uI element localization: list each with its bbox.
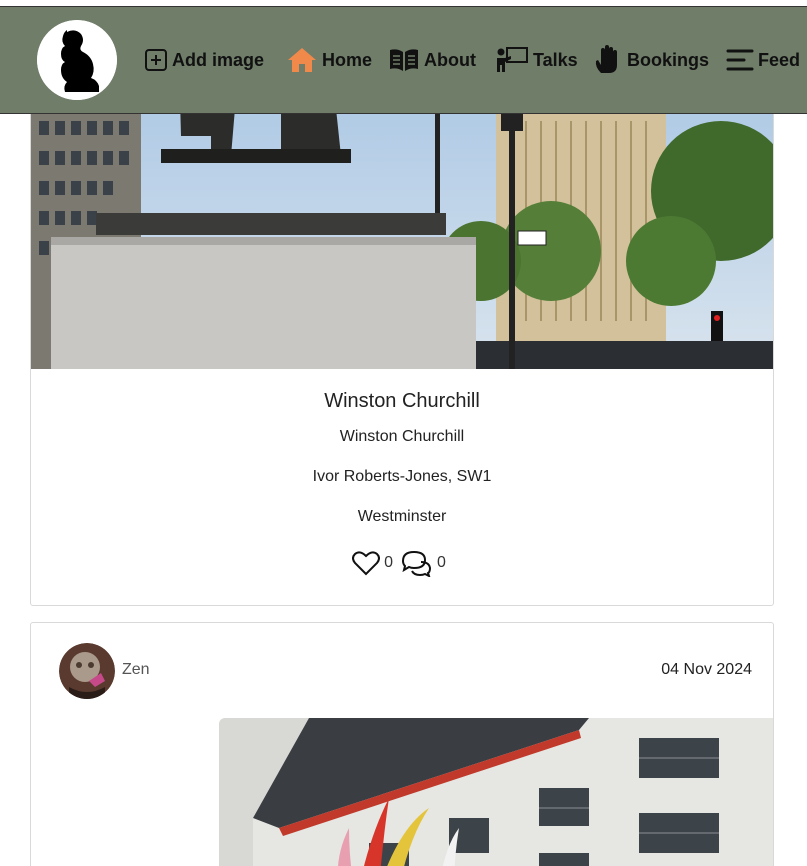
post-card: Winston Churchill Winston Churchill Ivor… [30, 60, 774, 606]
plus-square-icon [145, 49, 167, 71]
nav-add-image[interactable]: Add image [144, 45, 264, 75]
nav-bookings[interactable]: Bookings [593, 45, 709, 75]
nav-talks[interactable]: Talks [495, 45, 578, 75]
post-date: 04 Nov 2024 [661, 661, 752, 678]
nav-feed[interactable]: Feed [726, 45, 800, 75]
nav-about[interactable]: About [388, 45, 476, 75]
post-card: Zen 04 Nov 2024 [30, 622, 774, 866]
post-image[interactable] [219, 718, 773, 866]
hand-icon [595, 45, 617, 73]
comments-count: 0 [437, 554, 446, 571]
logo-thinker-icon[interactable] [37, 20, 117, 100]
navbar: Add image Home About Talks Bookings Feed [0, 6, 807, 114]
post-subtitle: Winston Churchill [339, 428, 465, 445]
home-icon [288, 48, 316, 72]
book-icon [390, 49, 418, 71]
heart-icon[interactable] [352, 550, 381, 576]
avatar[interactable] [59, 643, 115, 699]
post-artist-location: Ivor Roberts-Jones, SW1 [312, 468, 492, 485]
presenter-icon [497, 47, 528, 72]
author-name[interactable]: Zen [122, 661, 150, 679]
post-title: Winston Churchill [324, 390, 480, 412]
nav-home[interactable]: Home [286, 45, 372, 75]
post-area: Westminster [357, 508, 447, 525]
feed-lines-icon [726, 49, 754, 71]
comments-icon[interactable] [399, 549, 433, 577]
likes-count: 0 [384, 554, 393, 571]
post-stats: 0 0 [31, 549, 773, 577]
